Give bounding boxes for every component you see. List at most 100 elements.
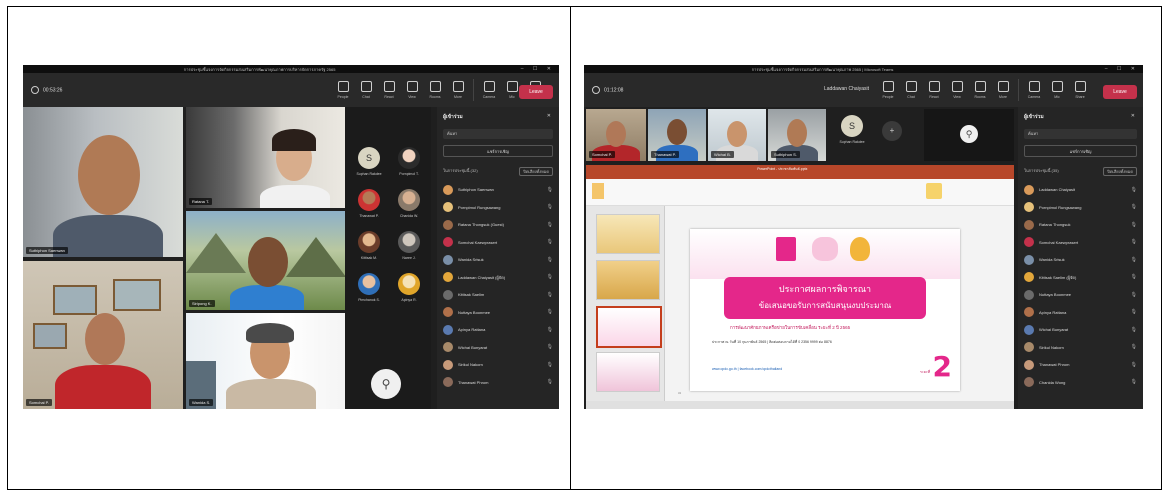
list-item[interactable]: Apinya Rattana 🎙 (443, 321, 553, 339)
share-invite-button[interactable]: แชร์การเชิญ (1024, 145, 1137, 157)
chat-button[interactable]: Chat (358, 79, 374, 101)
mute-all-button[interactable]: ปิดเสียงทั้งหมด (519, 167, 553, 176)
avatar-tile[interactable]: Apinya R. (389, 273, 429, 319)
list-item[interactable]: Wichai Bunyarat 🎙 (1024, 321, 1137, 339)
list-item[interactable]: Kittisak Saelim 🎙 (443, 286, 553, 304)
list-item[interactable]: Suthiphon Saenwan 🎙 (443, 181, 553, 199)
react-button[interactable]: React (381, 79, 397, 101)
list-item[interactable]: Kittisak Saelim (ผู้จัด) 🎙 (1024, 269, 1137, 287)
mic-icon: 🎙 (546, 379, 553, 386)
meeting-timer: 01:12:08 (592, 86, 623, 94)
list-item[interactable]: Thanawat Phrom 🎙 (1024, 356, 1137, 374)
slide-thumbnail[interactable] (596, 306, 662, 348)
list-item[interactable]: Nuttaya Boonmee 🎙 (1024, 286, 1137, 304)
avatar-tile[interactable]: Pornpimol T. (389, 147, 429, 193)
list-item[interactable]: Laddawan Chaiyasit (ผู้จัด) 🎙 (443, 269, 553, 287)
video-tile[interactable]: Ratana T. (186, 107, 345, 208)
view-button[interactable]: View (949, 79, 965, 101)
list-item[interactable]: Chanida Wong 🎙 (1024, 374, 1137, 392)
video-tile[interactable]: Wanida S. (186, 313, 345, 409)
leave-button[interactable]: Leave (1103, 85, 1137, 99)
camera-button[interactable]: Camera (1026, 79, 1042, 101)
current-slide: ประกาศผลการพิจารณา ข้อเสนอขอรับการสนับสน… (690, 229, 960, 391)
mic-icon: 🎙 (546, 309, 553, 316)
avatar (1024, 184, 1034, 195)
leave-button[interactable]: Leave (519, 85, 553, 99)
mic-icon: 🎙 (1130, 274, 1137, 281)
panel-title: ผู้เข้าร่วม (1024, 114, 1044, 120)
video-tile[interactable]: Suthiphon S. (768, 109, 826, 161)
avatar-tile[interactable]: S Suphan Rakdee (832, 115, 872, 161)
avatar-tile[interactable]: Naree J. (389, 231, 429, 277)
share-invite-button[interactable]: แชร์การเชิญ (443, 145, 553, 157)
people-icon (882, 81, 894, 92)
rooms-button[interactable]: Rooms (427, 79, 443, 101)
avatar (443, 324, 453, 335)
people-button[interactable]: People (335, 79, 351, 101)
meeting-toolbar: 00:53:26 People Chat React View Rooms Mo… (23, 73, 559, 107)
list-item[interactable]: Pornpimol Rungsawang 🎙 (1024, 199, 1137, 217)
list-item[interactable]: Thanawat Phrom 🎙 (443, 374, 553, 392)
avatar-tile[interactable]: Thanawat P. (349, 189, 389, 235)
participant-video (23, 107, 183, 257)
video-tile[interactable]: Siripong K. (186, 211, 345, 310)
avatar-tile[interactable]: Pimchanok S. (349, 273, 389, 319)
list-item[interactable]: Wichai Bunyarat 🎙 (443, 339, 553, 357)
rooms-button[interactable]: Rooms (972, 79, 988, 101)
list-item[interactable]: Sirikul Nakorn 🎙 (1024, 339, 1137, 357)
window-controls[interactable]: – ☐ ✕ (1105, 66, 1139, 72)
avatar-tile[interactable]: S Suphan Rakdee (349, 147, 389, 193)
list-item[interactable]: Ratana Thongsuk (Guest) 🎙 (443, 216, 553, 234)
mic-icon: 🎙 (546, 221, 553, 228)
react-icon (928, 81, 940, 92)
list-item[interactable]: Somchai Kaewprasert 🎙 (1024, 234, 1137, 252)
mic-icon: 🎙 (1130, 361, 1137, 368)
slide-thumbnail[interactable] (596, 260, 660, 300)
list-item[interactable]: Somchai Kaewprasert 🎙 (443, 234, 553, 252)
close-icon[interactable]: ✕ (1131, 113, 1135, 119)
list-item[interactable]: Nuttaya Boonmee 🎙 (443, 304, 553, 322)
left-screenshot-cell: การประชุมชี้แจงการจัดกิจกรรมส่งเสริมการพ… (7, 6, 571, 490)
people-button[interactable]: People (880, 79, 896, 101)
list-item[interactable]: Wanida Srisuk 🎙 (443, 251, 553, 269)
video-tile[interactable]: Wichai B. (708, 109, 766, 161)
window-controls[interactable]: – ☐ ✕ (521, 66, 555, 72)
close-icon[interactable]: ✕ (547, 113, 551, 119)
video-tile[interactable]: Somchai P. (23, 261, 183, 409)
mic-button[interactable]: Mic (504, 79, 520, 101)
chat-button[interactable]: Chat (903, 79, 919, 101)
video-tile[interactable]: Suthiphon Saenwan (23, 107, 183, 257)
teams-window-screenshare: การประชุมชี้แจงการจัดกิจกรรมส่งเสริมการพ… (584, 65, 1143, 409)
share-button[interactable]: Share (1072, 79, 1088, 101)
avatar-tile[interactable]: Kittisak M. (349, 231, 389, 277)
slide-thumbnail[interactable] (596, 352, 660, 392)
avatar (1024, 289, 1034, 300)
camera-button[interactable]: Camera (481, 79, 497, 101)
mic-icon: 🎙 (1130, 379, 1137, 386)
react-button[interactable]: React (926, 79, 942, 101)
ppt-ribbon (586, 179, 1014, 206)
slide-phase-number: 2 (932, 350, 952, 383)
list-item[interactable]: Apinya Rattana 🎙 (1024, 304, 1137, 322)
more-button[interactable]: More (995, 79, 1011, 101)
list-item[interactable]: Ratana Thongsuk 🎙 (1024, 216, 1137, 234)
list-item[interactable]: Sirikul Nakorn 🎙 (443, 356, 553, 374)
list-item[interactable]: Laddawan Chaiyasit 🎙 (1024, 181, 1137, 199)
mic-button[interactable]: Mic (1049, 79, 1065, 101)
more-button[interactable]: More (450, 79, 466, 101)
search-input[interactable]: ค้นหา (1024, 129, 1137, 139)
participant-name: Wanida S. (189, 399, 214, 406)
overflow-participants-icon[interactable]: + (882, 121, 902, 141)
avatar (398, 273, 420, 295)
mic-icon: 🎙 (1130, 309, 1137, 316)
search-input[interactable]: ค้นหา (443, 129, 553, 139)
list-item[interactable]: Wanida Srisuk 🎙 (1024, 251, 1137, 269)
avatar-tile[interactable]: Chanida W. (389, 189, 429, 235)
mute-all-button[interactable]: ปิดเสียงทั้งหมด (1103, 167, 1137, 176)
view-button[interactable]: View (404, 79, 420, 101)
video-tile[interactable]: Thanawat P. (648, 109, 706, 161)
slide-thumbnail[interactable] (596, 214, 660, 254)
list-item[interactable]: Pornpimol Rungsawang 🎙 (443, 199, 553, 217)
logo-icon (812, 237, 838, 261)
video-tile[interactable]: Somchai P. (586, 109, 646, 161)
